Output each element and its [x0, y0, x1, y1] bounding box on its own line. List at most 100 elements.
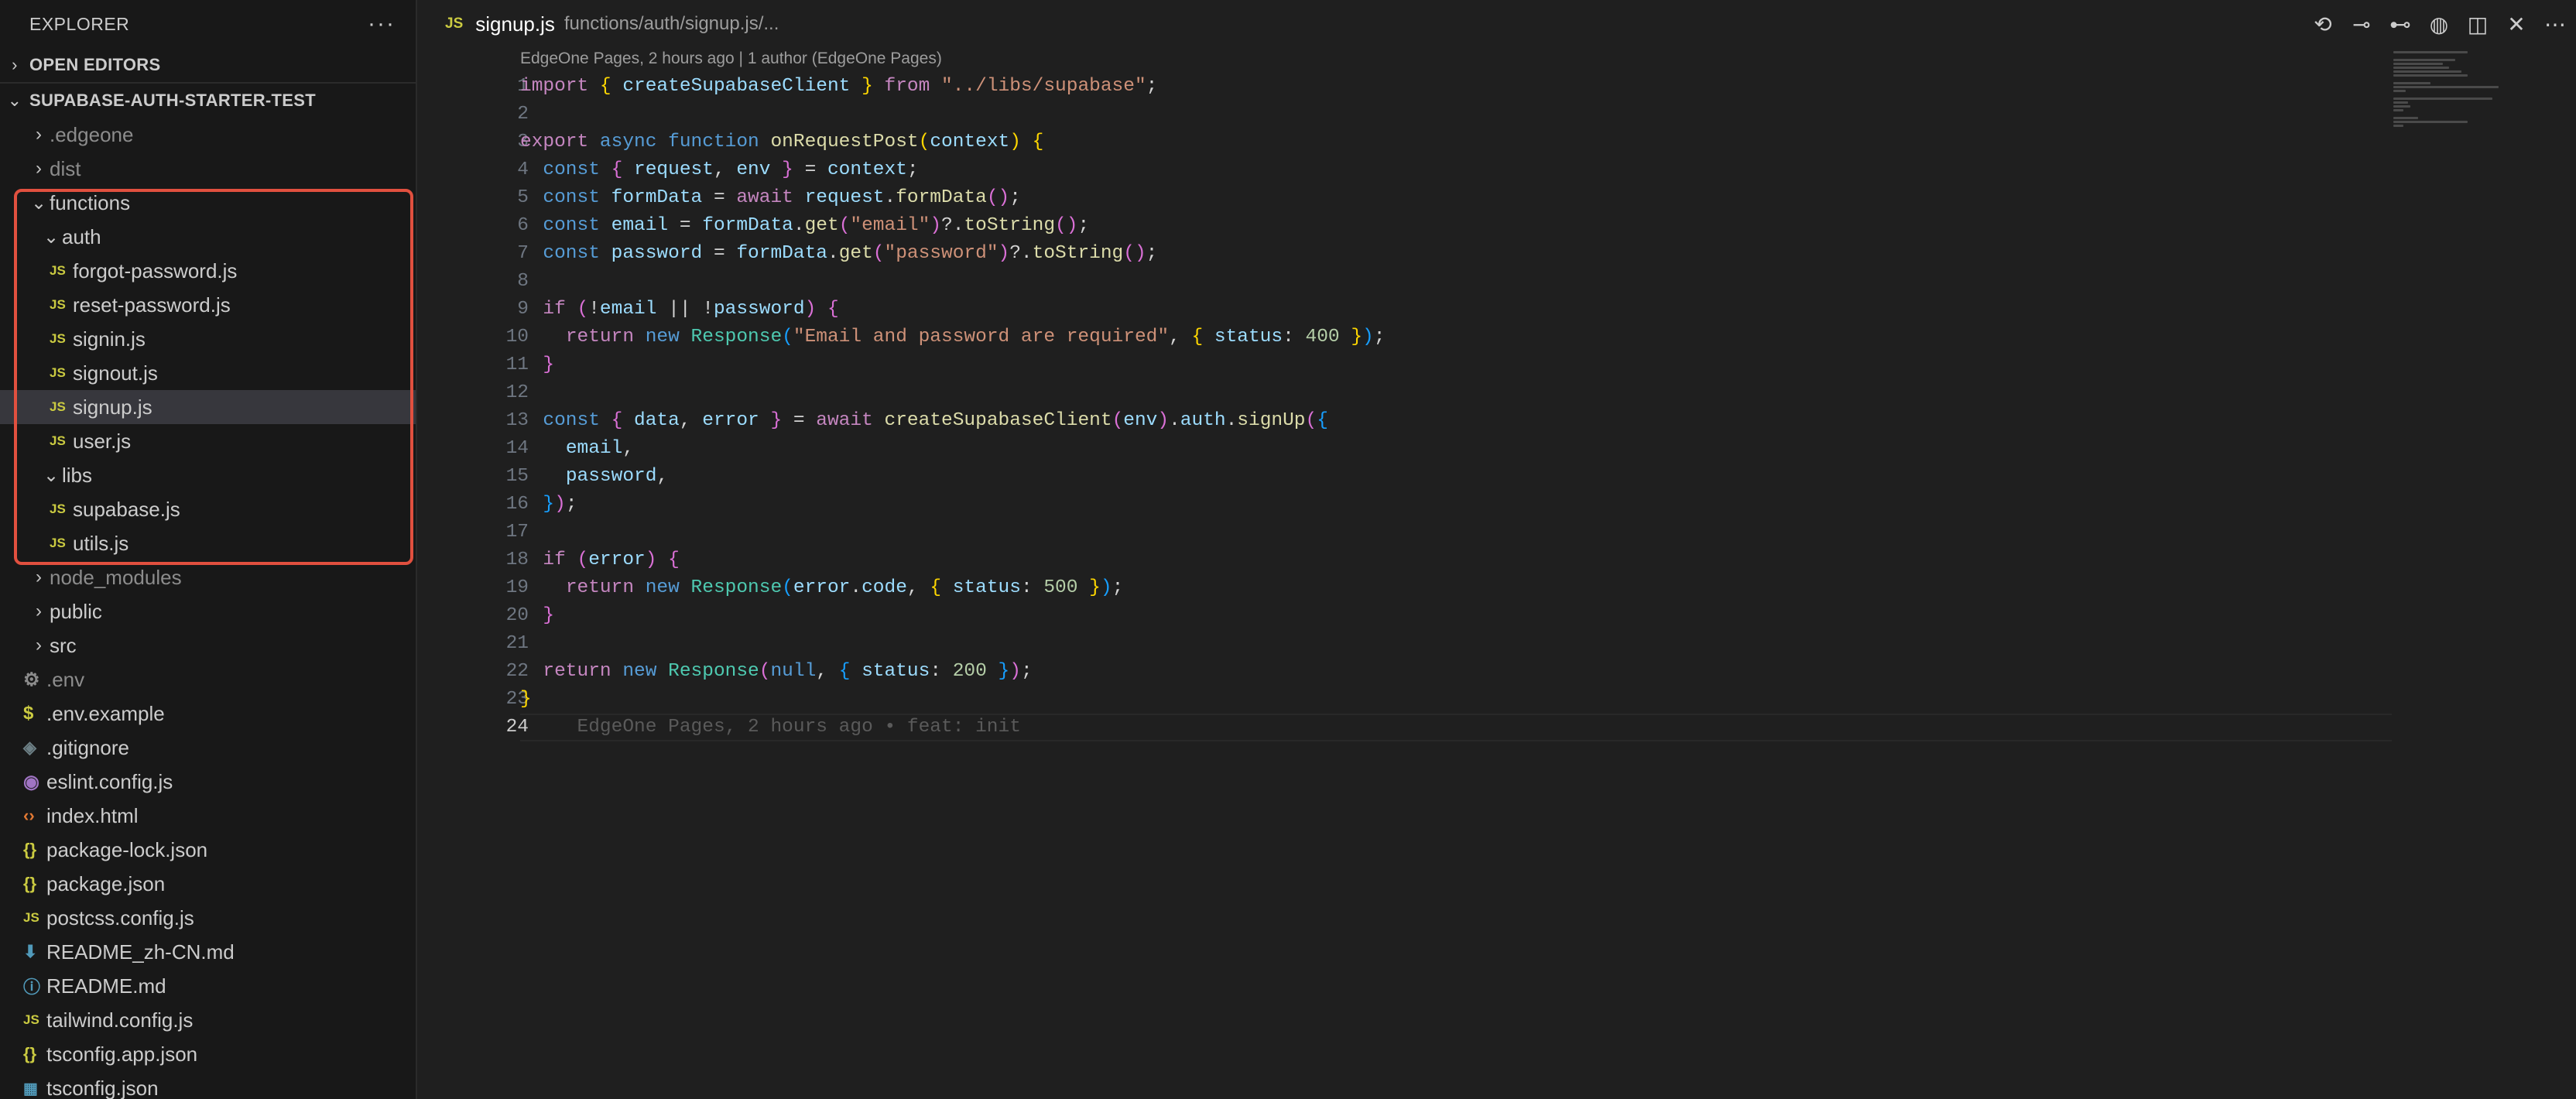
open-editors-section[interactable]: › OPEN EDITORS — [0, 48, 416, 84]
tree-file-tsconfig[interactable]: ▦ tsconfig.json — [0, 1071, 416, 1099]
explorer-title: EXPLORER — [29, 13, 130, 34]
tree-file-package-json[interactable]: {} package.json — [0, 867, 416, 901]
tree-item-label: eslint.config.js — [46, 769, 173, 793]
tree-file-supabase[interactable]: JS supabase.js — [0, 492, 416, 526]
js-file-icon: JS — [23, 1012, 39, 1027]
code-line: 19 return new Response(error.code, { sta… — [417, 574, 2576, 602]
chevron-down-icon: ⌄ — [43, 464, 60, 486]
chevron-right-icon: › — [36, 124, 42, 145]
chevron-right-icon: › — [36, 158, 42, 179]
code-line: 8 — [417, 268, 2576, 296]
tree-file-signup[interactable]: JS signup.js — [0, 390, 416, 424]
inline-blame: EdgeOne Pages, 2 hours ago • feat: init — [577, 717, 1021, 738]
line-number: 10 — [505, 327, 529, 348]
tree-file-forgot-password[interactable]: JS forgot-password.js — [0, 254, 416, 288]
split-editor-icon[interactable]: ◫ — [2466, 12, 2489, 37]
tree-item-label: index.html — [46, 803, 139, 827]
tree-file-readme-zh[interactable]: ⬇ README_zh-CN.md — [0, 935, 416, 969]
tab-signup-js[interactable]: JS signup.js functions/auth/signup.js/..… — [445, 0, 779, 48]
tree-folder-public[interactable]: › public — [0, 594, 416, 628]
tree-folder-src[interactable]: › src — [0, 628, 416, 662]
line-number: 15 — [505, 466, 529, 487]
line-number: 7 — [517, 243, 529, 264]
tree-file-gitignore[interactable]: ◈ .gitignore — [0, 731, 416, 765]
code-line: 18 if (error) { — [417, 546, 2576, 574]
code-line: 2 — [417, 101, 2576, 128]
chevron-right-icon: › — [36, 635, 42, 656]
tree-folder-edgeone[interactable]: › .edgeone — [0, 118, 416, 152]
tree-folder-node-modules[interactable]: › node_modules — [0, 560, 416, 594]
js-file-icon: JS — [50, 297, 66, 312]
json-icon: {} — [23, 1044, 37, 1063]
tree-file-tailwind-config[interactable]: JS tailwind.config.js — [0, 1003, 416, 1037]
previous-change-icon[interactable]: ⊸ — [2350, 12, 2373, 37]
project-section[interactable]: ⌄ SUPABASE-AUTH-STARTER-TEST — [0, 84, 416, 118]
code-line: 1 import { createSupabaseClient } from ".… — [417, 73, 2576, 101]
tree-file-reset-password[interactable]: JS reset-password.js — [0, 288, 416, 322]
line-number: 18 — [505, 550, 529, 570]
line-number: 12 — [505, 382, 529, 403]
line-number: 14 — [505, 438, 529, 459]
tree-file-signin[interactable]: JS signin.js — [0, 322, 416, 356]
code-text: const { data, error } = await createSupa… — [543, 410, 1328, 431]
tree-file-signout[interactable]: JS signout.js — [0, 356, 416, 390]
js-file-icon: JS — [50, 502, 66, 516]
code-line: 7 const password = formData.get("passwor… — [417, 240, 2576, 268]
code-line: 11 } — [417, 351, 2576, 379]
editor-tab-bar: JS signup.js functions/auth/signup.js/..… — [417, 0, 2576, 48]
tree-item-label: supabase.js — [73, 497, 180, 521]
code-line: 21 — [417, 630, 2576, 658]
line-number: 2 — [517, 104, 529, 125]
tree-folder-dist[interactable]: › dist — [0, 152, 416, 186]
tree-item-label: .gitignore — [46, 735, 129, 759]
chevron-down-icon: ⌄ — [43, 226, 60, 248]
html-icon: ‹› — [23, 806, 35, 825]
dollar-icon: $ — [23, 703, 34, 724]
code-line: 12 — [417, 379, 2576, 407]
tree-item-label: src — [50, 633, 77, 657]
code-text: return new Response(null, { status: 200 … — [543, 661, 1033, 682]
chevron-right-icon: › — [12, 55, 18, 74]
next-change-icon[interactable]: ⊷ — [2389, 12, 2412, 37]
tree-file-package-lock[interactable]: {} package-lock.json — [0, 833, 416, 867]
code-text: if (error) { — [543, 550, 680, 570]
tree-folder-auth[interactable]: ⌄ auth — [0, 220, 416, 254]
tree-file-env[interactable]: ⚙ .env — [0, 662, 416, 697]
line-number: 24 — [505, 717, 529, 738]
tree-folder-functions[interactable]: ⌄ functions — [0, 186, 416, 220]
tree-folder-libs[interactable]: ⌄ libs — [0, 458, 416, 492]
tree-item-label: dist — [50, 156, 81, 180]
js-file-icon: JS — [50, 536, 66, 550]
blame-codelens[interactable]: EdgeOne Pages, 2 hours ago | 1 author (E… — [520, 50, 942, 68]
tree-file-utils[interactable]: JS utils.js — [0, 526, 416, 560]
tree-file-postcss-config[interactable]: JS postcss.config.js — [0, 901, 416, 935]
close-icon[interactable]: ✕ — [2505, 12, 2528, 37]
tree-file-tsconfig-app[interactable]: {} tsconfig.app.json — [0, 1037, 416, 1071]
code-line: 3 export async function onRequestPost(con… — [417, 128, 2576, 156]
editor-actions: ⟲ ⊸ ⊷ ◍ ◫ ✕ ⋯ — [2311, 0, 2567, 48]
more-actions-icon[interactable]: ⋯ — [2543, 12, 2567, 37]
line-number: 8 — [517, 271, 529, 292]
js-file-icon: JS — [50, 263, 66, 278]
line-number: 21 — [505, 633, 529, 654]
open-changes-icon[interactable]: ⟲ — [2311, 12, 2334, 37]
code-line: 20 } — [417, 602, 2576, 630]
more-actions-icon[interactable]: ··· — [368, 11, 396, 37]
tree-item-label: tailwind.config.js — [46, 1008, 194, 1032]
line-number: 5 — [517, 187, 529, 208]
line-number: 4 — [517, 159, 529, 180]
tree-item-label: signout.js — [73, 361, 158, 385]
file-tree: › .edgeone › dist ⌄ functions ⌄ auth JS … — [0, 118, 416, 1099]
git-graph-icon[interactable]: ◍ — [2427, 12, 2451, 37]
tree-item-label: functions — [50, 190, 131, 214]
tree-file-index-html[interactable]: ‹› index.html — [0, 799, 416, 833]
code-editor[interactable]: 1 import { createSupabaseClient } from ".… — [417, 73, 2576, 741]
tree-file-user[interactable]: JS user.js — [0, 424, 416, 458]
tree-file-eslint-config[interactable]: ◉ eslint.config.js — [0, 765, 416, 799]
json-icon: {} — [23, 840, 37, 859]
tree-file-readme[interactable]: ⓘ README.md — [0, 969, 416, 1003]
code-text: const formData = await request.formData(… — [543, 187, 1021, 208]
tsconfig-icon: ▦ — [23, 1080, 38, 1097]
code-line: 17 — [417, 519, 2576, 546]
tree-file-env-example[interactable]: $ .env.example — [0, 697, 416, 731]
